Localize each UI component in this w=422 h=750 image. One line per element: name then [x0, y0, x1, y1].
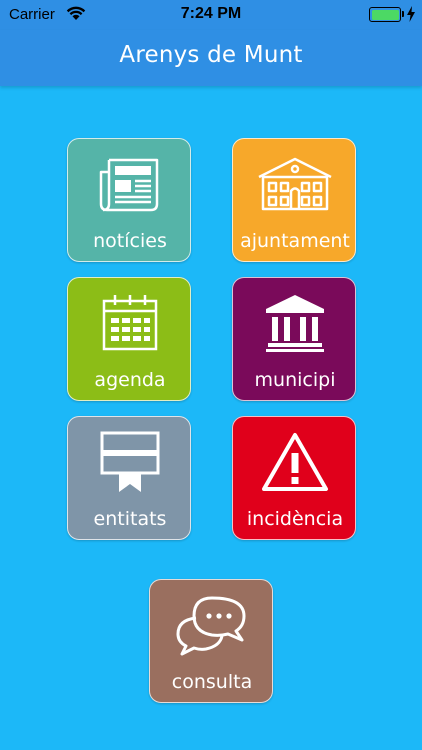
tile-label: notícies	[93, 230, 167, 252]
battery-tip	[402, 11, 404, 17]
tile-consulta[interactable]: consulta	[149, 579, 273, 703]
charging-bolt-icon	[407, 6, 415, 22]
chat-bubbles-icon	[176, 596, 246, 656]
page-title: Arenys de Munt	[119, 42, 303, 68]
tile-agenda[interactable]: agenda	[67, 277, 191, 401]
tile-label: ajuntament	[240, 230, 350, 252]
tile-label: entitats	[93, 508, 167, 530]
warning-icon	[262, 433, 328, 491]
columns-building-icon	[266, 295, 324, 352]
navigation-bar: Arenys de Munt	[0, 30, 422, 86]
tile-municipi[interactable]: municipi	[232, 277, 356, 401]
calendar-icon	[102, 295, 158, 351]
tile-label: incidència	[246, 508, 344, 530]
status-time: 7:24 PM	[180, 5, 242, 22]
tile-label: municipi	[254, 369, 336, 391]
newspaper-icon	[99, 158, 159, 212]
tile-noticies[interactable]: notícies	[67, 138, 191, 262]
tile-label: consulta	[171, 671, 253, 693]
tile-incidencia[interactable]: incidència	[232, 416, 356, 540]
tile-ajuntament[interactable]: ajuntament	[232, 138, 356, 262]
tile-entitats[interactable]: entitats	[67, 416, 191, 540]
tile-label: agenda	[94, 369, 166, 391]
status-bar: Carrier 7:24 PM	[0, 0, 422, 30]
battery-icon	[369, 7, 401, 22]
ribbon-banner-icon	[100, 431, 160, 492]
town-hall-icon	[258, 157, 332, 211]
